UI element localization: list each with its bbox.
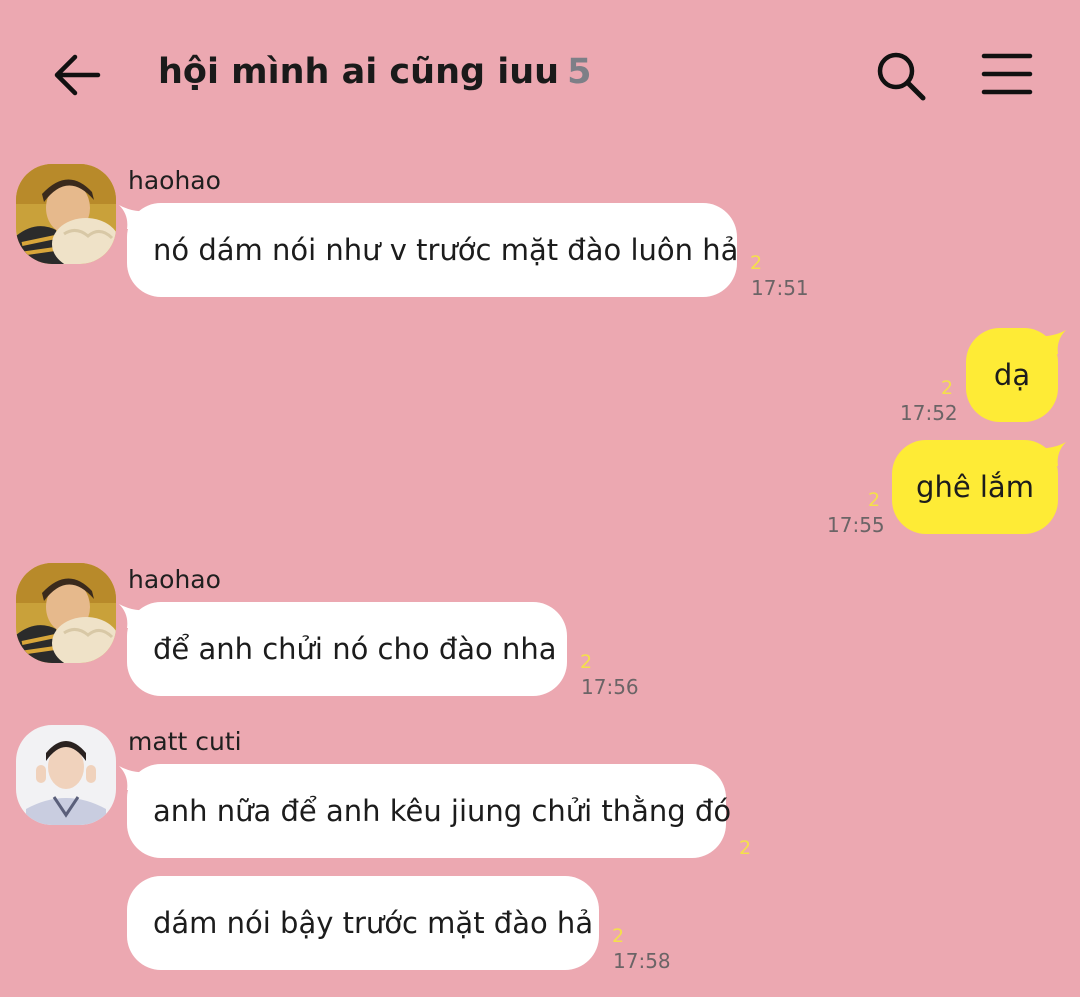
message-bubble[interactable]: anh nữa để anh kêu jiung chửi thằng đó: [119, 764, 731, 858]
unread-count: 2: [612, 925, 625, 947]
message-bubble[interactable]: để anh chửi nó cho đào nha: [119, 602, 567, 696]
chat-title-text: hội mình ai cũng iuu: [158, 52, 560, 92]
message-bubble-outgoing[interactable]: dạ: [966, 328, 1066, 422]
arrow-left-icon: [54, 54, 101, 96]
bubble-tail: [119, 766, 153, 790]
search-button[interactable]: [872, 48, 930, 104]
unread-count: 2: [868, 489, 881, 511]
avatar-haohao[interactable]: [16, 164, 116, 264]
avatar-matt-cuti[interactable]: [16, 725, 116, 825]
bubble-tail: [119, 205, 153, 229]
profile-photo-icon: [16, 164, 116, 264]
message-bubble[interactable]: nó dám nói như v trước mặt đào luôn hả: [119, 203, 739, 297]
message-time: 17:56: [581, 675, 639, 699]
member-count: 5: [567, 52, 592, 92]
unread-count: 2: [580, 651, 593, 673]
message-text: anh nữa để anh kêu jiung chửi thằng đó: [153, 794, 732, 828]
message-text: để anh chửi nó cho đào nha: [153, 632, 557, 666]
message-bubble-outgoing[interactable]: ghê lắm: [892, 440, 1066, 534]
message-time: 17:52: [900, 401, 958, 425]
message-text: dạ: [993, 358, 1031, 392]
sender-name: matt cuti: [128, 727, 242, 756]
chat-title: hội mình ai cũng iuu 5: [158, 52, 591, 92]
unread-count: 2: [941, 377, 954, 399]
message-time: 17:55: [827, 513, 885, 537]
bubble-tail: [119, 604, 153, 628]
back-button[interactable]: [48, 48, 106, 102]
unread-count: 2: [750, 252, 763, 274]
message-bubble[interactable]: dám nói bậy trước mặt đào hả: [127, 876, 599, 970]
bubble-tail: [1032, 442, 1066, 466]
hamburger-menu-icon: [981, 53, 1033, 95]
message-time: 17:51: [751, 276, 809, 300]
message-text: ghê lắm: [916, 470, 1034, 504]
chat-header: hội mình ai cũng iuu 5: [0, 0, 1080, 150]
message-time: 17:58: [613, 949, 671, 973]
profile-photo-icon: [16, 725, 116, 825]
profile-photo-icon: [16, 563, 116, 663]
menu-button[interactable]: [978, 48, 1036, 100]
unread-count: 2: [739, 837, 752, 859]
bubble-tail: [1032, 330, 1066, 354]
message-text: nó dám nói như v trước mặt đào luôn hả: [153, 233, 739, 267]
sender-name: haohao: [128, 166, 221, 195]
avatar-haohao[interactable]: [16, 563, 116, 663]
search-icon: [877, 52, 926, 101]
message-text: dám nói bậy trước mặt đào hả: [153, 906, 594, 940]
sender-name: haohao: [128, 565, 221, 594]
